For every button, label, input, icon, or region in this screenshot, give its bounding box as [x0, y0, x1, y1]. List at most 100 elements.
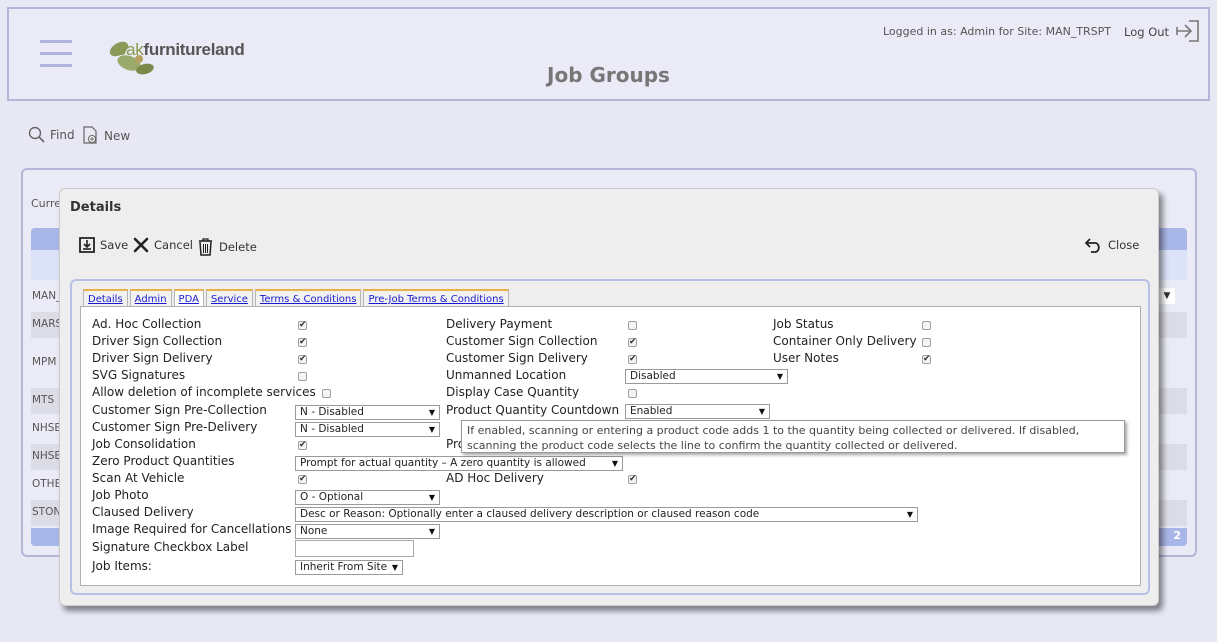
driver-sign-collection-checkbox[interactable]: ✔ — [298, 338, 307, 347]
image-required-cancellations-label: Image Required for Cancellations — [92, 522, 292, 536]
find-button[interactable]: Find — [28, 126, 75, 143]
customer-sign-collection-checkbox[interactable]: ✔ — [628, 338, 637, 347]
undo-arrow-icon — [1085, 238, 1100, 253]
claused-delivery-select[interactable]: Desc or Reason: Optionally enter a claus… — [295, 507, 918, 522]
list-dropdown-arrow-icon[interactable]: ▼ — [1159, 288, 1175, 304]
save-icon — [79, 237, 95, 253]
delete-button[interactable]: Delete — [197, 237, 257, 256]
tab-details[interactable]: Details — [83, 289, 128, 306]
list-caption: Curre — [31, 197, 62, 210]
signature-checkbox-label-input[interactable] — [295, 540, 414, 557]
container-only-delivery-label: Container Only Delivery — [773, 334, 917, 348]
job-status-label: Job Status — [773, 317, 834, 331]
job-items-select[interactable]: Inherit From Site ▼ — [295, 560, 403, 575]
claused-delivery-label: Claused Delivery — [92, 505, 194, 519]
tab-service[interactable]: Service — [205, 289, 253, 306]
svg-signatures-label: SVG Signatures — [92, 368, 186, 382]
product-quantity-countdown-tooltip: If enabled, scanning or entering a produ… — [461, 420, 1125, 453]
product-quantity-countdown-select[interactable]: Enabled ▼ — [625, 404, 770, 419]
list-item[interactable]: NHSB — [32, 422, 62, 434]
customer-sign-delivery-label: Customer Sign Delivery — [446, 351, 588, 365]
page-title: Job Groups — [547, 63, 670, 87]
chevron-down-icon: ▼ — [428, 493, 435, 502]
chevron-down-icon: ▼ — [428, 425, 435, 434]
cancel-button[interactable]: Cancel — [133, 237, 193, 253]
container-only-delivery-checkbox[interactable] — [922, 338, 931, 347]
chevron-down-icon: ▼ — [906, 510, 913, 519]
close-button[interactable]: Close — [1085, 237, 1139, 253]
display-case-quantity-checkbox[interactable] — [628, 389, 637, 398]
save-label: Save — [100, 238, 129, 252]
logout-icon[interactable] — [1175, 18, 1201, 44]
delivery-payment-label: Delivery Payment — [446, 317, 553, 331]
logged-in-info: Logged in as: Admin for Site: MAN_TRSPT — [883, 25, 1112, 38]
chevron-down-icon: ▼ — [391, 563, 398, 572]
tab-pda[interactable]: PDA — [173, 289, 204, 307]
job-photo-select[interactable]: O - Optional ▼ — [295, 490, 440, 505]
list-item[interactable]: MPM — [32, 356, 56, 368]
customer-sign-pre-delivery-label: Customer Sign Pre-Delivery — [92, 420, 258, 434]
brand-logo-text: oakfurnitureland — [117, 40, 245, 59]
ad-hoc-collection-checkbox[interactable]: ✔ — [298, 321, 307, 330]
allow-deletion-label: Allow deletion of incomplete services — [92, 385, 316, 399]
user-notes-label: User Notes — [773, 351, 839, 365]
driver-sign-delivery-checkbox[interactable]: ✔ — [298, 355, 307, 364]
list-item[interactable]: MTS — [32, 394, 54, 406]
list-item[interactable]: STON — [32, 506, 61, 518]
customer-sign-pre-collection-label: Customer Sign Pre-Collection — [92, 403, 267, 417]
trash-icon — [199, 238, 212, 256]
unmanned-location-label: Unmanned Location — [446, 368, 567, 382]
delivery-payment-checkbox[interactable] — [628, 321, 637, 330]
chevron-down-icon: ▼ — [428, 408, 435, 417]
scan-at-vehicle-checkbox[interactable]: ✔ — [298, 475, 307, 484]
ad-hoc-delivery-checkbox[interactable]: ✔ — [628, 475, 637, 484]
list-item[interactable]: MARS — [32, 318, 62, 330]
app-header: oakfurnitureland Logged in as: Admin for… — [7, 7, 1210, 101]
new-label: New — [104, 128, 131, 143]
logout-link[interactable]: Log Out — [1124, 25, 1169, 39]
unmanned-location-select[interactable]: Disabled ▼ — [625, 369, 788, 384]
chevron-down-icon: ▼ — [611, 459, 618, 468]
list-item[interactable]: NHSB — [32, 450, 62, 462]
new-button[interactable]: New — [82, 126, 130, 145]
save-button[interactable]: Save — [79, 237, 128, 253]
chevron-down-icon: ▼ — [758, 407, 765, 416]
chevron-down-icon: ▼ — [428, 527, 435, 536]
tab-terms-conditions[interactable]: Terms & Conditions — [254, 289, 362, 306]
customer-sign-pre-delivery-select[interactable]: N - Disabled ▼ — [295, 422, 440, 437]
chevron-down-icon: ▼ — [776, 372, 783, 381]
pager-page-number[interactable]: 2 — [1173, 529, 1181, 542]
customer-sign-pre-collection-select[interactable]: N - Disabled ▼ — [295, 405, 440, 420]
job-items-label: Job Items: — [92, 559, 152, 573]
cancel-label: Cancel — [154, 238, 193, 252]
allow-deletion-checkbox[interactable] — [322, 389, 331, 398]
tab-admin[interactable]: Admin — [129, 289, 172, 306]
list-item[interactable]: MAN_ — [32, 290, 61, 302]
dialog-title: Details — [70, 200, 122, 215]
list-item[interactable]: OTHE — [32, 478, 61, 490]
zero-product-quantities-select[interactable]: Prompt for actual quantity – A zero quan… — [295, 456, 623, 471]
delete-label: Delete — [219, 239, 257, 254]
tab-pre-job-terms-conditions[interactable]: Pre-Job Terms & Conditions — [363, 289, 509, 306]
customer-sign-collection-label: Customer Sign Collection — [446, 334, 598, 348]
cancel-x-icon — [133, 237, 149, 253]
user-notes-checkbox[interactable]: ✔ — [922, 355, 931, 364]
customer-sign-delivery-checkbox[interactable]: ✔ — [628, 355, 637, 364]
job-consolidation-checkbox[interactable]: ✔ — [298, 441, 307, 450]
ad-hoc-delivery-label: AD Hoc Delivery — [446, 471, 544, 485]
find-label: Find — [50, 127, 75, 142]
new-document-icon — [83, 126, 97, 144]
display-case-quantity-label: Display Case Quantity — [446, 385, 580, 399]
zero-product-quantities-label: Zero Product Quantities — [92, 454, 235, 468]
details-dialog: Details Save Cancel Delete Close Details… — [59, 188, 1159, 606]
tab-strip: Details Admin PDA Service Terms & Condit… — [83, 289, 511, 307]
dialog-toolbar: Save Cancel Delete Close — [79, 237, 1151, 259]
job-status-checkbox[interactable] — [922, 321, 931, 330]
signature-checkbox-label-label: Signature Checkbox Label — [92, 540, 249, 554]
scan-at-vehicle-label: Scan At Vehicle — [92, 471, 185, 485]
image-required-cancellations-select[interactable]: None ▼ — [295, 524, 440, 539]
svg-signatures-checkbox[interactable] — [298, 372, 307, 381]
driver-sign-delivery-label: Driver Sign Delivery — [92, 351, 213, 365]
search-icon — [28, 126, 45, 143]
product-quantity-countdown-label: Product Quantity Countdown — [446, 403, 620, 417]
